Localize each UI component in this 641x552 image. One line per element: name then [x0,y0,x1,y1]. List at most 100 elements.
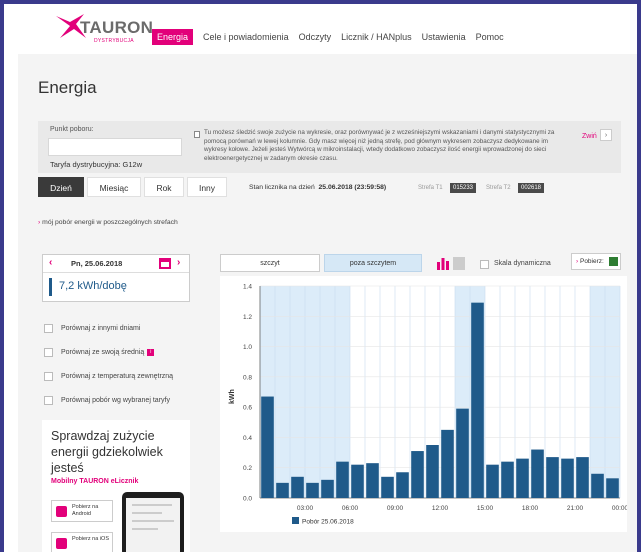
peak-button[interactable]: szczyt [220,254,320,272]
y-tick-label: 0.4 [243,435,252,442]
offpeak-band [305,286,320,498]
y-tick-label: 1.4 [243,284,252,291]
x-tick-label: 18:00 [522,505,539,512]
nav-item-5[interactable]: Pomoc [476,32,504,42]
android-download-button[interactable]: Pobierz na Android [51,500,113,522]
compare-checkbox[interactable] [44,396,53,405]
page-title: Energia [38,78,97,97]
bar-hour-01 [261,396,274,498]
offpeak-band [605,286,620,498]
logo-subtext: DYSTRYBUCJA [94,38,134,44]
download-button[interactable]: › Pobierz: [571,253,621,270]
bar-hour-10 [396,472,409,498]
promo-subtitle: Mobilny TAURON eLicznik [51,478,139,485]
bar-hour-05 [321,479,334,498]
mobile-app-promo: Sprawdzaj zużycie energii gdziekolwiek j… [42,420,190,552]
daily-total: 7,2 kWh/dobę [59,280,127,292]
bar-hour-19 [531,449,544,498]
selected-date: Pn, 25.06.2018 [71,259,123,268]
compare-option-2[interactable]: Porównaj z temperaturą zewnętrzną [44,372,173,381]
zones-link-text: mój pobór energii w poszczególnych stref… [42,219,178,226]
zones-link-arrow: › [38,219,41,226]
nav-item-1[interactable]: Cele i powiadomienia [203,32,289,42]
offpeak-button[interactable]: poza szczytem [324,254,422,272]
zone-t2-value: 002618 [518,183,545,193]
x-tick-label: 06:00 [342,505,359,512]
ios-download-button[interactable]: Pobierz na iOS [51,532,113,552]
y-tick-label: 0.8 [243,374,252,381]
collapse-link[interactable]: Zwiń [582,133,597,140]
compare-option-1[interactable]: Porównaj ze swoją średnią i [44,348,155,357]
bar-hour-24 [606,478,619,498]
daily-total-marker [49,278,52,296]
bar-chart-icon[interactable] [437,257,449,270]
logo-text: TAURON [80,18,154,37]
tab-0[interactable]: Dzień [38,177,84,197]
tab-1[interactable]: Miesiąc [87,177,141,197]
consumption-chart: 0.0 0.2 0.4 0.6 0.8 1.0 1.2 1.4 kWh 03:00 06:00 09:… [220,276,627,532]
compare-checkbox[interactable] [44,372,53,381]
collapse-arrow-icon[interactable]: › [600,129,612,141]
punkt-poboru-label: Punkt poboru: [50,126,94,133]
bar-hour-07 [351,464,364,498]
nav-item-2[interactable]: Odczyty [299,32,332,42]
area-chart-icon[interactable] [453,257,465,270]
compare-label: Porównaj ze swoją średnią [61,349,145,356]
prev-day-button[interactable]: ‹ [49,257,52,268]
phone-screen [126,498,180,552]
tab-3[interactable]: Inny [187,177,227,197]
date-selector: ‹ Pn, 25.06.2018 › 7,2 kWh/dobę [42,254,190,302]
info-badge-icon[interactable]: i [147,349,155,356]
promo-title: Sprawdzaj zużycie energii gdziekolwiek j… [51,429,163,475]
compare-checkbox[interactable] [44,348,53,357]
y-tick-label: 0.6 [243,405,252,412]
bar-hour-12 [426,445,439,498]
nav-item-4[interactable]: Ustawienia [422,32,466,42]
bar-hour-21 [561,458,574,498]
phone-screen-line [132,512,162,514]
nav-item-3[interactable]: Licznik / HANplus [341,32,412,42]
zone-t2-label: Strefa T2 [486,185,511,191]
meter-date: 25.06.2018 (23:59:58) [318,184,387,191]
bar-hour-23 [591,473,604,498]
phone-screen-line [132,520,174,522]
zone-t1-label: Strefa T1 [418,185,443,191]
nav-item-0[interactable]: Energia [152,29,194,45]
next-day-button[interactable]: › [177,257,180,268]
zones-link[interactable]: › mój pobór energii w poszczególnych str… [38,219,178,226]
compare-option-0[interactable]: Porównaj z innymi dniami [44,324,140,333]
bar-hour-17 [501,461,514,498]
offpeak-band [290,286,305,498]
main-nav: Energia Cele i powiadomienia Odczyty Liczni… [152,29,514,45]
compare-checkbox[interactable] [44,324,53,333]
offpeak-band [320,286,335,498]
download-arrow: › [576,258,579,265]
bar-hour-06 [336,461,349,498]
bar-hour-09 [381,476,394,498]
info-icon [194,131,200,138]
punkt-poboru-field[interactable] [48,138,182,156]
bar-hour-16 [486,464,499,498]
tab-2[interactable]: Rok [144,177,184,197]
calendar-icon[interactable] [159,258,171,269]
y-axis-label: kWh [229,389,236,404]
apple-icon [56,538,67,549]
x-tick-label: 00:00 [612,505,627,512]
header: TAURON DYSTRYBUCJA Energia Cele i powiado… [4,4,637,54]
bar-hour-04 [306,482,319,498]
x-tick-label: 03:00 [297,505,314,512]
excel-icon [609,257,618,266]
y-tick-label: 0.0 [243,496,252,503]
tariff-label: Taryfa dystrybucyjna: G12w [50,160,143,169]
compare-option-3[interactable]: Porównaj pobór wg wybranej taryfy [44,396,170,405]
dynamic-scale-label: Skala dynamiczna [494,260,551,267]
android-label: Pobierz na Android [72,504,99,517]
meter-reading: Stan licznika na dzień 25.06.2018 (23:59… [249,184,386,191]
tauron-logo[interactable]: TAURON DYSTRYBUCJA [54,12,153,46]
app-frame: TAURON DYSTRYBUCJA Energia Cele i powiado… [4,4,637,552]
period-tabs: Dzień Miesiąc Rok Inny [38,177,230,197]
y-tick-label: 1.2 [243,314,252,321]
dynamic-scale-checkbox[interactable] [480,260,489,269]
offpeak-band [590,286,605,498]
y-tick-label: 1.0 [243,344,252,351]
